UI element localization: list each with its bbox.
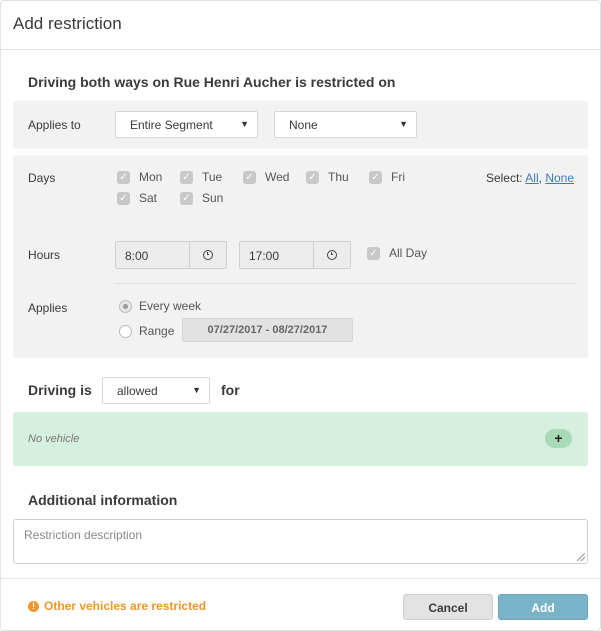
day-label: Sun — [202, 191, 224, 205]
day-label: Mon — [139, 170, 163, 184]
day-checkbox-fri[interactable]: ✓ Fri — [369, 170, 405, 184]
radio-selected-icon — [119, 299, 132, 313]
segment-sub-value: None — [289, 118, 318, 132]
driving-prefix: Driving is — [28, 382, 92, 398]
schedule-panel: Days ✓ Mon ✓ Tue ✓ Wed ✓ Thu ✓ Fri ✓ Sat ✓ Sun … — [13, 155, 588, 358]
day-checkbox-mon[interactable]: ✓ Mon — [117, 170, 162, 184]
add-restriction-dialog: Add restriction Driving both ways on Rue… — [0, 0, 601, 631]
vehicles-panel: No vehicle + — [13, 412, 588, 466]
warning-text: Other vehicles are restricted — [44, 599, 207, 613]
day-label: Tue — [202, 170, 223, 184]
warning-icon: ! — [28, 600, 39, 612]
checkbox-icon: ✓ — [367, 246, 380, 260]
divider — [115, 283, 575, 284]
applies-to-value: Entire Segment — [130, 118, 213, 132]
caret-down-icon: ▼ — [240, 119, 249, 129]
range-label: Range — [139, 324, 175, 338]
restriction-warning: ! Other vehicles are restricted — [28, 599, 206, 613]
caret-down-icon: ▼ — [192, 385, 201, 395]
applies-to-label: Applies to — [28, 118, 81, 132]
clock-icon[interactable] — [314, 242, 350, 268]
checkbox-icon: ✓ — [369, 170, 382, 184]
applies-label: Applies — [28, 301, 68, 315]
radio-icon — [119, 324, 132, 338]
restriction-heading: Driving both ways on Rue Henri Aucher is… — [28, 74, 396, 90]
checkbox-icon: ✓ — [306, 170, 319, 184]
every-week-label: Every week — [139, 299, 202, 313]
checkbox-icon: ✓ — [180, 170, 193, 184]
day-label: Thu — [328, 170, 349, 184]
additional-info-heading: Additional information — [28, 492, 178, 508]
day-checkbox-tue[interactable]: ✓ Tue — [180, 170, 222, 184]
hours-from-value[interactable]: 8:00 — [116, 242, 190, 268]
segment-sub-select[interactable]: None ▼ — [274, 111, 417, 138]
date-range-field[interactable]: 07/27/2017 - 08/27/2017 — [182, 318, 353, 342]
checkbox-icon: ✓ — [180, 191, 193, 205]
all-day-checkbox[interactable]: ✓ All Day — [367, 246, 427, 260]
hours-to-field[interactable]: 17:00 — [239, 241, 351, 269]
hours-to-value[interactable]: 17:00 — [240, 242, 314, 268]
caret-down-icon: ▼ — [399, 119, 408, 129]
restriction-description-input[interactable]: Restriction description — [13, 519, 588, 564]
dialog-header: Add restriction — [1, 1, 600, 50]
checkbox-icon: ✓ — [117, 191, 130, 205]
driving-suffix: for — [221, 382, 240, 398]
no-vehicle-text: No vehicle — [28, 433, 80, 445]
day-label: Sat — [139, 191, 158, 205]
dialog-footer: ! Other vehicles are restricted Cancel A… — [1, 578, 601, 631]
checkbox-icon: ✓ — [243, 170, 256, 184]
select-prefix: Select: — [485, 171, 523, 185]
add-vehicle-button[interactable]: + — [545, 429, 572, 448]
all-day-label: All Day — [389, 246, 428, 260]
hours-from-field[interactable]: 8:00 — [115, 241, 227, 269]
driving-mode-select[interactable]: allowed ▼ — [102, 377, 210, 404]
days-label: Days — [28, 171, 56, 185]
dialog-title: Add restriction — [13, 14, 122, 33]
checkbox-icon: ✓ — [117, 170, 130, 184]
applies-to-panel: Applies to Entire Segment ▼ None ▼ — [13, 101, 588, 149]
cancel-button[interactable]: Cancel — [403, 594, 493, 620]
description-placeholder: Restriction description — [24, 528, 143, 542]
day-label: Fri — [391, 170, 405, 184]
day-label: Wed — [265, 170, 290, 184]
day-checkbox-sat[interactable]: ✓ Sat — [117, 191, 157, 205]
hours-label: Hours — [28, 248, 61, 262]
day-checkbox-sun[interactable]: ✓ Sun — [180, 191, 223, 205]
clock-icon[interactable] — [190, 242, 226, 268]
add-button[interactable]: Add — [498, 594, 588, 620]
select-none-link[interactable]: None — [545, 171, 574, 185]
select-all-link[interactable]: All — [525, 171, 538, 185]
day-checkbox-wed[interactable]: ✓ Wed — [243, 170, 289, 184]
applies-to-select[interactable]: Entire Segment ▼ — [115, 111, 258, 138]
driving-mode-value: allowed — [117, 384, 158, 398]
select-days-links: Select: All, None — [485, 171, 574, 185]
every-week-radio[interactable]: Every week — [119, 299, 201, 313]
range-radio[interactable]: Range — [119, 324, 174, 338]
resize-handle-icon[interactable] — [577, 553, 585, 561]
day-checkbox-thu[interactable]: ✓ Thu — [306, 170, 349, 184]
